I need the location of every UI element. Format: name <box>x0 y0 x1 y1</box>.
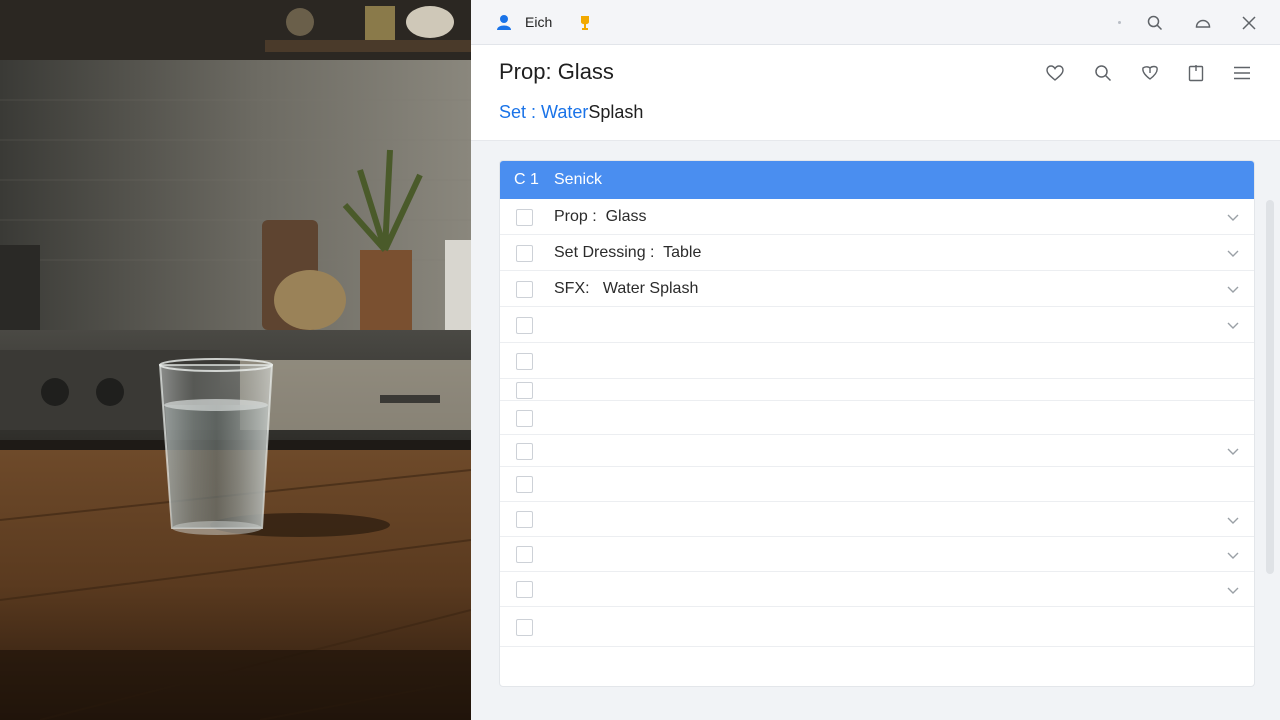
list-item[interactable] <box>500 435 1254 467</box>
scrollbar[interactable] <box>1266 200 1274 574</box>
list-item[interactable]: Set Dressing : Table <box>500 235 1254 271</box>
list-item[interactable] <box>500 502 1254 537</box>
row-checkbox[interactable] <box>516 353 533 370</box>
subtitle-link[interactable]: Water <box>541 102 588 122</box>
separator-dot <box>1118 21 1121 24</box>
row-checkbox[interactable] <box>516 245 533 262</box>
page-subtitle: Set : WaterSplash <box>499 102 643 123</box>
search-icon <box>1095 65 1112 82</box>
chevron-down-icon[interactable] <box>1226 550 1240 560</box>
subtitle-prefix: Set : <box>499 102 537 122</box>
user-icon[interactable] <box>496 13 512 31</box>
list-item[interactable] <box>500 607 1254 647</box>
list-item[interactable]: Prop : Glass <box>500 199 1254 235</box>
breakdown-list: C 1 Senick Prop : Glass Set Dressing : Ta… <box>499 160 1255 687</box>
list-item[interactable]: SFX: Water Splash <box>500 271 1254 307</box>
background-photo <box>0 0 471 720</box>
row-label: Prop : Glass <box>554 208 647 225</box>
list-header-label: Senick <box>554 171 603 188</box>
list-item[interactable] <box>500 401 1254 435</box>
row-checkbox[interactable] <box>516 209 533 226</box>
row-checkbox[interactable] <box>516 476 533 493</box>
chevron-down-icon[interactable] <box>1226 585 1240 595</box>
close-button[interactable] <box>1237 11 1261 35</box>
menu-button[interactable] <box>1230 61 1254 85</box>
list-item[interactable] <box>500 467 1254 502</box>
chevron-down-icon[interactable] <box>1226 284 1240 294</box>
chevron-down-icon[interactable] <box>1226 320 1240 330</box>
user-name[interactable]: Eich <box>525 14 552 30</box>
tag-icon <box>1142 65 1158 80</box>
row-checkbox[interactable] <box>516 546 533 563</box>
row-label: SFX: Water Splash <box>554 280 699 297</box>
row-checkbox[interactable] <box>516 511 533 528</box>
favorite-button[interactable] <box>1043 61 1067 85</box>
tag-button[interactable] <box>1138 61 1162 85</box>
page-header: Prop: Glass Set : WaterSplash <box>471 45 1280 141</box>
header-search-button[interactable] <box>1091 61 1115 85</box>
minimize-button[interactable] <box>1191 11 1215 35</box>
chevron-down-icon[interactable] <box>1226 212 1240 222</box>
subtitle-end: Splash <box>588 102 644 122</box>
list-header-code: C 1 <box>514 171 539 188</box>
row-checkbox[interactable] <box>516 382 533 399</box>
half-circle-icon <box>1195 19 1211 28</box>
list-item[interactable] <box>500 307 1254 343</box>
close-icon <box>1242 16 1256 30</box>
kitchen-table-glass-image <box>0 0 471 720</box>
top-bar: Eich <box>471 0 1280 45</box>
chevron-down-icon[interactable] <box>1226 248 1240 258</box>
chevron-down-icon[interactable] <box>1226 446 1240 456</box>
list-item[interactable] <box>500 343 1254 379</box>
document-icon <box>1188 65 1204 82</box>
row-checkbox[interactable] <box>516 281 533 298</box>
list-header[interactable]: C 1 Senick <box>500 161 1254 199</box>
search-button[interactable] <box>1143 11 1167 35</box>
notification-icon[interactable] <box>577 13 593 31</box>
list-item[interactable] <box>500 572 1254 607</box>
search-icon <box>1147 15 1163 31</box>
menu-icon <box>1234 66 1250 80</box>
breakdown-panel: Eich Prop: Glass Set : WaterSplash C 1 S… <box>471 0 1280 720</box>
row-checkbox[interactable] <box>516 581 533 598</box>
row-checkbox[interactable] <box>516 410 533 427</box>
list-item[interactable] <box>500 537 1254 572</box>
chevron-down-icon[interactable] <box>1226 515 1240 525</box>
page-title: Prop: Glass <box>499 59 614 84</box>
row-checkbox[interactable] <box>516 443 533 460</box>
row-checkbox[interactable] <box>516 317 533 334</box>
list-item[interactable] <box>500 379 1254 401</box>
share-button[interactable] <box>1184 61 1208 85</box>
heart-icon <box>1046 65 1064 81</box>
row-label: Set Dressing : Table <box>554 244 702 261</box>
row-checkbox[interactable] <box>516 619 533 636</box>
